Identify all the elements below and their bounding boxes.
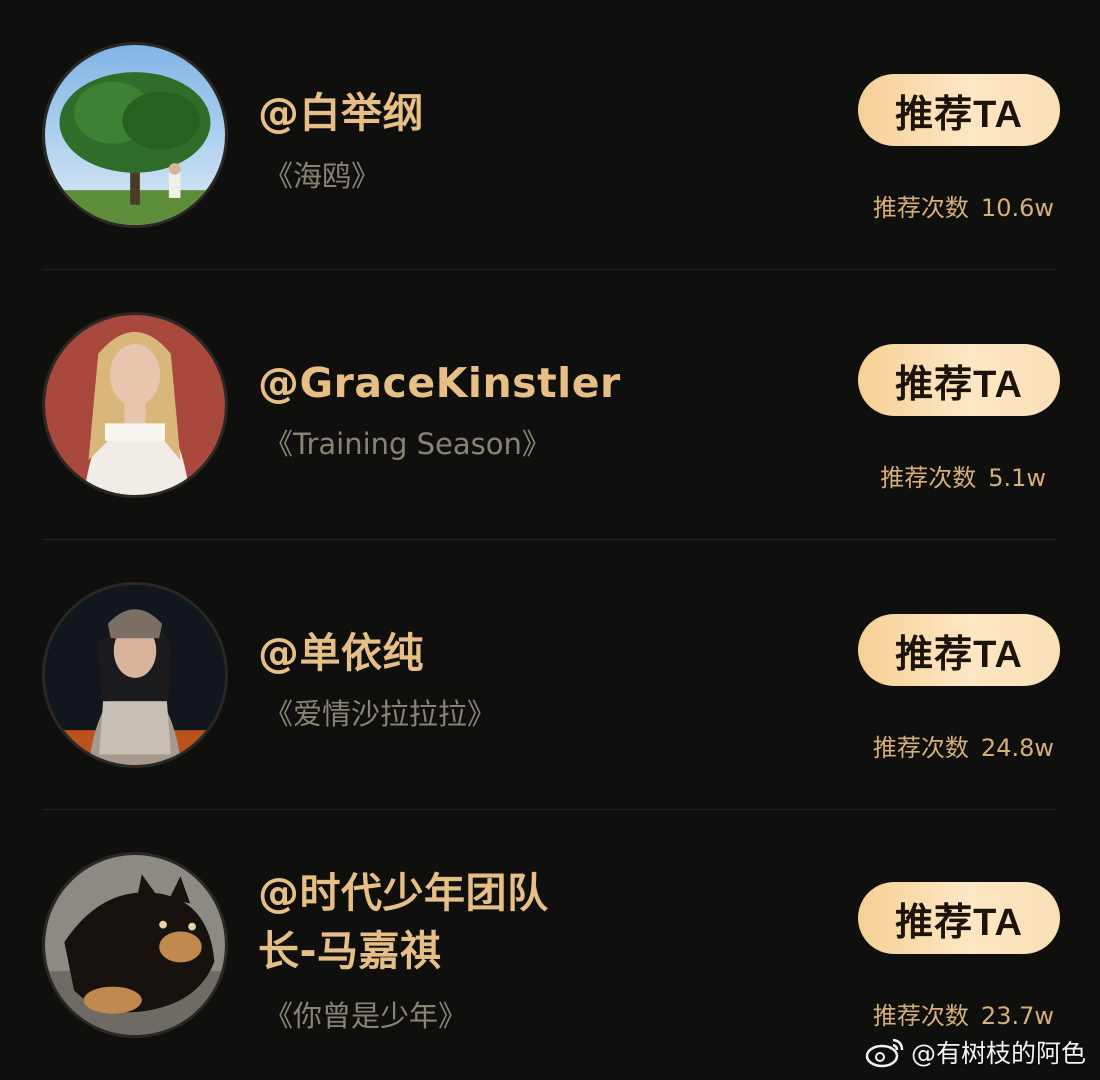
avatar[interactable] [42,42,228,228]
recommend-button[interactable]: 推荐TA [858,74,1060,146]
count-value: 5.1w [988,464,1046,492]
tree-photo-icon [45,45,225,225]
song-title: 《海鸥》 [264,159,381,193]
avatar[interactable] [42,312,228,498]
artist-name[interactable]: @时代少年团队 长-马嘉祺 [258,864,818,980]
weibo-icon [865,1038,904,1068]
count-label: 推荐次数 [872,734,969,762]
watermark-text: @有树枝的阿色 [910,1039,1086,1068]
count-value: 10.6w [980,194,1054,222]
list-item: @白举纲 《海鸥》 推荐TA 推荐次数 10.6w [0,0,1100,270]
list-item: @单依纯 《爱情沙拉拉拉》 推荐TA 推荐次数 24.8w [0,540,1100,810]
avatar[interactable] [42,582,228,768]
recommend-count: 推荐次数 10.6w [873,192,1054,224]
count-value: 23.7w [980,1002,1054,1030]
watermark: @有树枝的阿色 [865,1034,1086,1070]
artist-name[interactable]: @白举纲 [258,84,818,142]
count-label: 推荐次数 [872,1002,969,1030]
artist-name-line: @时代少年团队 [258,869,549,917]
artist-list: @白举纲 《海鸥》 推荐TA 推荐次数 10.6w @GraceKinstler… [0,0,1100,1080]
list-item: @GraceKinstler 《Training Season》 推荐TA 推荐… [0,270,1100,540]
recommend-button[interactable]: 推荐TA [858,614,1060,686]
recommend-page: @白举纲 《海鸥》 推荐TA 推荐次数 10.6w @GraceKinstler… [0,0,1100,1080]
artist-name[interactable]: @单依纯 [258,624,818,682]
avatar[interactable] [42,852,228,1038]
count-label: 推荐次数 [880,464,977,492]
song-title: 《Training Season》 [264,427,551,461]
recommend-count: 推荐次数 5.1w [880,462,1046,494]
artist-name-line: 长-马嘉祺 [258,927,442,975]
recommend-button[interactable]: 推荐TA [858,344,1060,416]
song-title: 《爱情沙拉拉拉》 [264,697,497,731]
portrait-photo-icon [45,585,225,765]
recommend-count: 推荐次数 24.8w [873,732,1054,764]
artist-name[interactable]: @GraceKinstler [258,354,818,412]
dog-photo-icon [45,855,225,1035]
count-label: 推荐次数 [872,194,969,222]
song-title: 《你曾是少年》 [264,999,468,1033]
recommend-button[interactable]: 推荐TA [858,882,1060,954]
recommend-count: 推荐次数 23.7w [873,1000,1054,1032]
portrait-photo-icon [45,315,225,495]
count-value: 24.8w [980,734,1054,762]
